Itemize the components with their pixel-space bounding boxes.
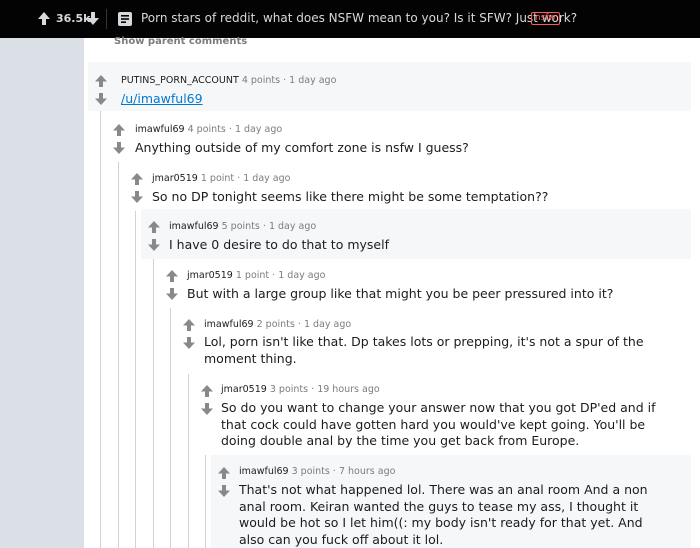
comment-body: Anything outside of my comfort zone is n… [135, 140, 469, 155]
comment-time: 1 day ago [243, 173, 291, 184]
comment: imawful69 4 points · 1 day ago Anything … [106, 114, 691, 162]
comment-author[interactable]: jmar0519 [221, 384, 267, 395]
comment-points: 1 point [200, 173, 235, 184]
comment-author[interactable]: imawful69 [135, 124, 185, 135]
upvote-arrow-icon[interactable] [218, 467, 230, 479]
thread-line[interactable] [135, 208, 136, 548]
divider [106, 9, 107, 29]
comment-author[interactable]: imawful69 [169, 221, 219, 232]
downvote-arrow-icon[interactable] [87, 12, 99, 25]
comment-points: 3 points [269, 384, 309, 395]
downvote-arrow-icon[interactable] [166, 288, 178, 300]
downvote-arrow-icon[interactable] [95, 93, 107, 105]
comment: jmar0519 3 points · 19 hours ago So do y… [194, 375, 691, 455]
comment-time: 1 day ago [289, 75, 337, 86]
comment-points: 4 points [241, 75, 281, 86]
comment-meta: imawful69 5 points · 1 day ago [169, 221, 316, 232]
thread-line[interactable] [118, 160, 119, 548]
comment-body: Lol, porn isn't like that. Dp takes lots… [204, 334, 644, 366]
meta-dot: · [332, 466, 336, 477]
upvote-arrow-icon[interactable] [148, 221, 160, 233]
meta-dot: · [262, 221, 266, 232]
downvote-arrow-icon[interactable] [131, 191, 143, 203]
comment-author[interactable]: jmar0519 [152, 173, 198, 184]
comment-points: 5 points [221, 221, 260, 232]
post-score: 36.5k [56, 12, 91, 25]
meta-dot: · [237, 173, 241, 184]
thread-line[interactable] [170, 305, 171, 548]
comment-time: 1 day ago [234, 124, 283, 135]
comment-time: 1 day ago [303, 319, 352, 330]
comment-points: 4 points [187, 124, 226, 135]
comment-body: So no DP tonight seems like there might … [152, 189, 549, 204]
comment-meta: PUTINS_PORN_ACCOUNT 4 points · 1 day ago [121, 75, 336, 86]
user-link[interactable]: /u/imawful69 [121, 91, 203, 106]
comment-meta: jmar0519 1 point · 1 day ago [152, 173, 290, 184]
comment-meta: imawful69 2 points · 1 day ago [204, 319, 351, 330]
downvote-arrow-icon[interactable] [113, 142, 125, 154]
downvote-arrow-icon[interactable] [183, 337, 195, 349]
upvote-arrow-icon[interactable] [166, 270, 178, 282]
comment-time: 1 day ago [278, 270, 326, 281]
downvote-arrow-icon[interactable] [201, 403, 213, 415]
comment-time: 19 hours ago [317, 384, 380, 395]
comment: imawful69 5 points · 1 day ago I have 0 … [141, 209, 691, 259]
downvote-arrow-icon[interactable] [148, 239, 160, 251]
post-top-bar: 36.5k Porn stars of reddit, what does NS… [0, 0, 700, 38]
comment-meta: imawful69 4 points · 1 day ago [135, 124, 282, 135]
comment-body: I have 0 desire to do that to myself [169, 237, 389, 252]
comment-author[interactable]: imawful69 [204, 319, 254, 330]
meta-dot: · [228, 124, 232, 135]
thread-line[interactable] [153, 257, 154, 548]
upvote-arrow-icon[interactable] [201, 385, 213, 397]
upvote-arrow-icon[interactable] [95, 75, 107, 87]
comment: jmar0519 1 point · 1 day ago So no DP to… [124, 163, 691, 211]
comment-author[interactable]: jmar0519 [187, 270, 233, 281]
comment-meta: jmar0519 3 points · 19 hours ago [221, 384, 380, 395]
show-parent-comments-link[interactable]: Show parent comments [114, 36, 247, 47]
meta-dot: · [311, 384, 315, 395]
comment: imawful69 3 points · 7 hours ago That's … [211, 455, 691, 548]
comment: PUTINS_PORN_ACCOUNT 4 points · 1 day ago… [88, 62, 691, 111]
post-title[interactable]: Porn stars of reddit, what does NSFW mea… [141, 11, 577, 25]
downvote-arrow-icon[interactable] [218, 485, 230, 497]
nsfw-badge: nsfw [531, 12, 560, 25]
post-text-icon [118, 12, 132, 26]
comment-meta: imawful69 3 points · 7 hours ago [239, 466, 395, 477]
comment-time: 1 day ago [268, 221, 317, 232]
upvote-arrow-icon[interactable] [131, 173, 143, 185]
comment-time: 7 hours ago [338, 466, 396, 477]
upvote-arrow-icon[interactable] [38, 12, 50, 25]
upvote-arrow-icon[interactable] [113, 124, 125, 136]
thread-line[interactable] [188, 372, 189, 548]
comment-body: /u/imawful69 [121, 91, 681, 108]
comment-points: 3 points [291, 466, 330, 477]
comment-points: 1 point [235, 270, 270, 281]
comment-body: That's not what happened lol. There was … [239, 482, 648, 547]
comment-body: So do you want to change your answer now… [221, 400, 656, 448]
meta-dot: · [283, 75, 287, 86]
thread-line[interactable] [205, 453, 206, 548]
comment-points: 2 points [256, 319, 295, 330]
meta-dot: · [272, 270, 276, 281]
comment-author[interactable]: PUTINS_PORN_ACCOUNT [121, 75, 239, 86]
meta-dot: · [297, 319, 301, 330]
comment-meta: jmar0519 1 point · 1 day ago [187, 270, 325, 281]
upvote-arrow-icon[interactable] [183, 319, 195, 331]
comment: jmar0519 1 point · 1 day ago But with a … [159, 260, 691, 308]
comment: imawful69 2 points · 1 day ago Lol, porn… [176, 308, 691, 374]
comment-body: But with a large group like that might y… [187, 286, 614, 301]
comment-author[interactable]: imawful69 [239, 466, 289, 477]
thread-line[interactable] [100, 111, 101, 548]
